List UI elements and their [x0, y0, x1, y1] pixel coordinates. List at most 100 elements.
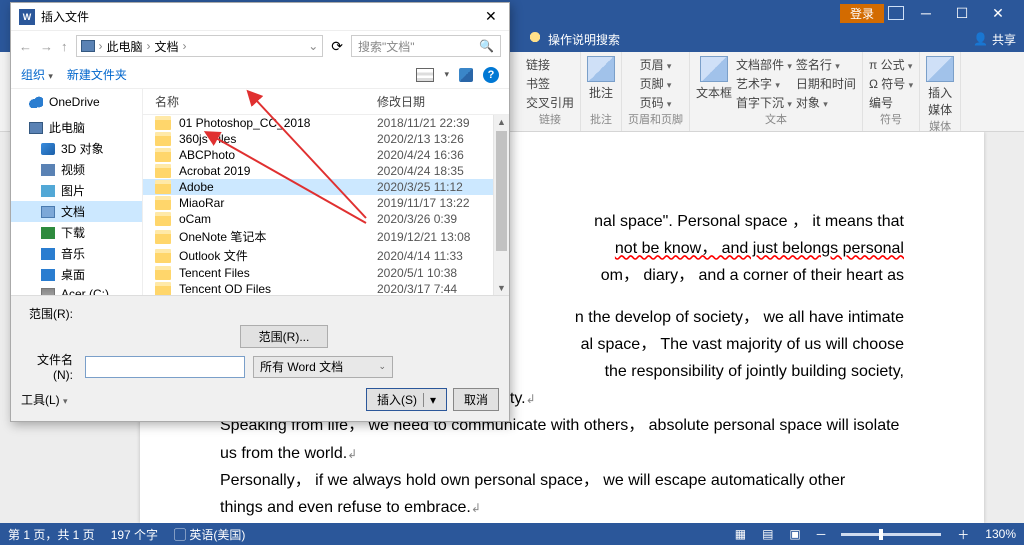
- folder-icon: [155, 212, 171, 226]
- status-words[interactable]: 197 个字: [111, 526, 158, 543]
- rib-crossref[interactable]: 交叉引用: [526, 94, 574, 111]
- range-button[interactable]: 范围(R)...: [240, 325, 329, 348]
- file-row[interactable]: ABCPhoto2020/4/24 16:36: [143, 147, 509, 163]
- nav-fwd-icon[interactable]: →: [40, 39, 53, 54]
- zoom-in-icon[interactable]: ＋: [957, 526, 969, 543]
- textbox-icon[interactable]: [700, 56, 728, 82]
- word-doc-icon: W: [19, 9, 35, 25]
- chevron-down-icon: ⌄: [378, 361, 386, 372]
- tell-me-search[interactable]: 操作说明搜索: [528, 31, 620, 48]
- folder-icon: [155, 132, 171, 146]
- view-mode-dropdown[interactable]: ▾: [444, 69, 449, 80]
- rib-textbox[interactable]: 文本框: [696, 84, 732, 101]
- bc-thispc[interactable]: 此电脑: [107, 38, 143, 55]
- file-list: 名称 修改日期 01 Photoshop_CC_20182018/11/21 2…: [143, 89, 509, 295]
- zoom-out-icon[interactable]: ─: [817, 527, 826, 541]
- rib-datetime[interactable]: 日期和时间: [796, 75, 856, 92]
- rib-number[interactable]: 编号: [869, 94, 913, 111]
- file-row[interactable]: Acrobat 20192020/4/24 18:35: [143, 163, 509, 179]
- help-icon[interactable]: ?: [483, 67, 499, 83]
- dialog-close-icon[interactable]: ✕: [485, 8, 501, 25]
- file-row[interactable]: MiaoRar2019/11/17 13:22: [143, 195, 509, 211]
- sidebar-video[interactable]: 视频: [11, 159, 142, 180]
- sidebar-3d[interactable]: 3D 对象: [11, 138, 142, 159]
- bc-dropdown-icon[interactable]: ⌄: [308, 39, 318, 53]
- view-mode-icon[interactable]: [416, 68, 434, 82]
- rg-title-sym: 符号: [880, 111, 902, 127]
- dialog-title: 插入文件: [41, 8, 485, 25]
- status-lang[interactable]: ▢ 英语(美国): [174, 526, 245, 543]
- media-icon[interactable]: [926, 56, 954, 82]
- sidebar-thispc[interactable]: 此电脑: [11, 117, 142, 138]
- bc-documents[interactable]: 文档: [155, 38, 179, 55]
- file-row[interactable]: 01 Photoshop_CC_20182018/11/21 22:39: [143, 115, 509, 131]
- sidebar-desktop[interactable]: 桌面: [11, 264, 142, 285]
- max-icon[interactable]: ☐: [944, 2, 980, 24]
- newfolder-button[interactable]: 新建文件夹: [67, 66, 127, 83]
- cube-icon: [41, 143, 55, 155]
- login-button[interactable]: 登录: [840, 4, 884, 23]
- file-scrollbar[interactable]: [493, 115, 509, 295]
- file-row[interactable]: Tencent OD Files2020/3/17 7:44: [143, 281, 509, 295]
- file-date: 2020/3/26 0:39: [377, 212, 497, 226]
- rib-sigline[interactable]: 签名行 ▾: [796, 56, 856, 73]
- col-name[interactable]: 名称: [155, 93, 377, 110]
- sidebar-documents[interactable]: 文档: [11, 201, 142, 222]
- rib-object[interactable]: 对象 ▾: [796, 94, 856, 111]
- folder-icon: [155, 148, 171, 162]
- file-row[interactable]: Outlook 文件2020/4/14 11:33: [143, 246, 509, 265]
- cancel-button[interactable]: 取消: [453, 388, 499, 411]
- zoom-slider[interactable]: [841, 533, 941, 536]
- file-row[interactable]: 360js Files2020/2/13 13:26: [143, 131, 509, 147]
- view-print-icon[interactable]: ▦: [735, 527, 746, 541]
- sidebar-acer[interactable]: Acer (C:): [11, 285, 142, 295]
- folder-icon: [155, 116, 171, 130]
- close-icon[interactable]: ✕: [980, 2, 1016, 24]
- share-button[interactable]: 👤 共享: [973, 31, 1016, 48]
- ribbon-display-icon[interactable]: [888, 6, 904, 20]
- file-row[interactable]: Tencent Files2020/5/1 10:38: [143, 265, 509, 281]
- rib-bookmark[interactable]: 书签: [526, 75, 574, 92]
- preview-pane-icon[interactable]: [459, 68, 473, 82]
- sidebar-onedrive[interactable]: OneDrive: [11, 93, 142, 111]
- file-row[interactable]: OneNote 笔记本2019/12/21 13:08: [143, 227, 509, 246]
- sidebar-downloads[interactable]: 下载: [11, 222, 142, 243]
- nav-back-icon[interactable]: ←: [19, 39, 32, 54]
- rib-equation[interactable]: π 公式 ▾: [869, 56, 913, 73]
- rg-title-comment: 批注: [590, 111, 612, 127]
- sidebar-pictures[interactable]: 图片: [11, 180, 142, 201]
- search-input[interactable]: 搜索"文档" 🔍: [351, 35, 501, 57]
- rib-docparts[interactable]: 文档部件 ▾: [736, 56, 792, 73]
- status-page[interactable]: 第 1 页，共 1 页: [8, 526, 95, 543]
- folder-icon: [155, 196, 171, 210]
- min-icon[interactable]: ─: [908, 2, 944, 24]
- rib-dropcap[interactable]: 首字下沉 ▾: [736, 94, 792, 111]
- rib-symbol[interactable]: Ω 符号 ▾: [869, 75, 913, 92]
- col-date[interactable]: 修改日期: [377, 93, 497, 110]
- rib-media[interactable]: 插入 媒体: [928, 84, 952, 118]
- comment-icon[interactable]: [587, 56, 615, 82]
- view-read-icon[interactable]: ▤: [762, 527, 773, 541]
- file-row[interactable]: Adobe2020/3/25 11:12: [143, 179, 509, 195]
- insert-button[interactable]: 插入(S)▾: [366, 388, 447, 411]
- tools-dropdown[interactable]: 工具(L) ▾: [21, 391, 68, 408]
- filename-input[interactable]: [85, 356, 245, 378]
- rib-pagenum[interactable]: 页码 ▾: [640, 94, 672, 111]
- insert-dropdown-icon[interactable]: ▾: [423, 393, 436, 407]
- rib-footer[interactable]: 页脚 ▾: [640, 75, 672, 92]
- file-name: ABCPhoto: [179, 148, 377, 162]
- range-label: 范围(R):: [21, 305, 77, 322]
- rib-links[interactable]: 链接: [526, 56, 574, 73]
- rib-wordart[interactable]: 艺术字 ▾: [736, 75, 792, 92]
- file-row[interactable]: oCam2020/3/26 0:39: [143, 211, 509, 227]
- sidebar-music[interactable]: 音乐: [11, 243, 142, 264]
- refresh-icon[interactable]: ⟳: [331, 38, 343, 55]
- zoom-value[interactable]: 130%: [985, 527, 1016, 541]
- filetype-filter[interactable]: 所有 Word 文档 ⌄: [253, 356, 393, 378]
- organize-button[interactable]: 组织 ▾: [21, 66, 53, 83]
- rib-header[interactable]: 页眉 ▾: [640, 56, 672, 73]
- rib-comment[interactable]: 批注: [589, 84, 613, 101]
- view-web-icon[interactable]: ▣: [789, 527, 800, 541]
- breadcrumb[interactable]: › 此电脑 › 文档 › ⌄: [76, 35, 324, 57]
- nav-up-icon[interactable]: ↑: [61, 39, 68, 54]
